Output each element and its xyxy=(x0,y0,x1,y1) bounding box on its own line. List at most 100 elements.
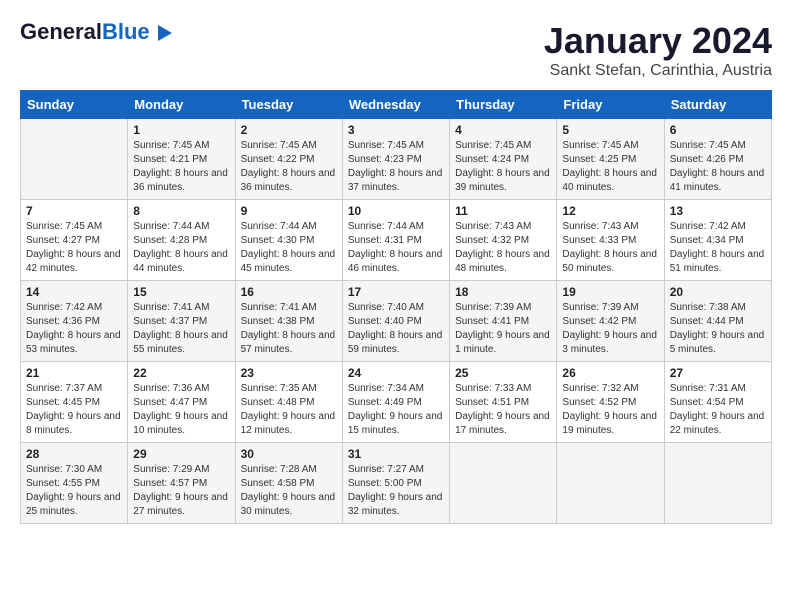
day-number: 11 xyxy=(455,204,551,218)
calendar-week-row: 21 Sunrise: 7:37 AMSunset: 4:45 PMDayligh… xyxy=(21,362,772,443)
calendar-day-cell: 17 Sunrise: 7:40 AMSunset: 4:40 PMDayligh… xyxy=(342,281,449,362)
day-info: Sunrise: 7:27 AMSunset: 5:00 PMDaylight:… xyxy=(348,463,444,519)
calendar-day-cell: 27 Sunrise: 7:31 AMSunset: 4:54 PMDayligh… xyxy=(664,362,771,443)
calendar-day-cell: 12Sunrise: 7:43 AMSunset: 4:33 PMDayligh… xyxy=(557,200,664,281)
day-info: Sunrise: 7:41 AMSunset: 4:38 PMDaylight:… xyxy=(241,301,337,357)
logo-arrow-icon xyxy=(158,25,172,41)
day-info: Sunrise: 7:45 AMSunset: 4:21 PMDaylight:… xyxy=(133,139,229,195)
calendar-day-cell: 15 Sunrise: 7:41 AMSunset: 4:37 PMDayligh… xyxy=(128,281,235,362)
day-number: 26 xyxy=(562,366,658,380)
day-of-week-header: Tuesday xyxy=(235,91,342,119)
day-of-week-header: Friday xyxy=(557,91,664,119)
day-info: Sunrise: 7:31 AMSunset: 4:54 PMDaylight:… xyxy=(670,382,766,438)
calendar-day-cell xyxy=(450,443,557,524)
calendar-week-row: 1 Sunrise: 7:45 AMSunset: 4:21 PMDaylight… xyxy=(21,119,772,200)
day-of-week-header: Sunday xyxy=(21,91,128,119)
calendar-day-cell: 31 Sunrise: 7:27 AMSunset: 5:00 PMDayligh… xyxy=(342,443,449,524)
calendar-day-cell xyxy=(21,119,128,200)
day-info: Sunrise: 7:41 AMSunset: 4:37 PMDaylight:… xyxy=(133,301,229,357)
logo-text: GeneralBlue xyxy=(20,20,172,44)
calendar-day-cell: 25 Sunrise: 7:33 AMSunset: 4:51 PMDayligh… xyxy=(450,362,557,443)
day-info: Sunrise: 7:45 AMSunset: 4:25 PMDaylight:… xyxy=(562,139,658,195)
day-number: 20 xyxy=(670,285,766,299)
day-number: 30 xyxy=(241,447,337,461)
day-number: 15 xyxy=(133,285,229,299)
calendar-day-cell: 21 Sunrise: 7:37 AMSunset: 4:45 PMDayligh… xyxy=(21,362,128,443)
day-of-week-header: Saturday xyxy=(664,91,771,119)
day-number: 16 xyxy=(241,285,337,299)
calendar-day-cell xyxy=(557,443,664,524)
calendar-day-cell: 18 Sunrise: 7:39 AMSunset: 4:41 PMDayligh… xyxy=(450,281,557,362)
day-number: 12 xyxy=(562,204,658,218)
calendar-day-cell: 5 Sunrise: 7:45 AMSunset: 4:25 PMDaylight… xyxy=(557,119,664,200)
day-number: 13 xyxy=(670,204,766,218)
day-info: Sunrise: 7:37 AMSunset: 4:45 PMDaylight:… xyxy=(26,382,122,438)
logo: GeneralBlue xyxy=(20,20,172,44)
day-info: Sunrise: 7:45 AMSunset: 4:26 PMDaylight:… xyxy=(670,139,766,195)
day-number: 23 xyxy=(241,366,337,380)
calendar-day-cell: 14 Sunrise: 7:42 AMSunset: 4:36 PMDayligh… xyxy=(21,281,128,362)
calendar-day-cell: 19 Sunrise: 7:39 AMSunset: 4:42 PMDayligh… xyxy=(557,281,664,362)
day-number: 10 xyxy=(348,204,444,218)
day-number: 1 xyxy=(133,123,229,137)
calendar-header: SundayMondayTuesdayWednesdayThursdayFrid… xyxy=(21,91,772,119)
day-info: Sunrise: 7:42 AMSunset: 4:34 PMDaylight:… xyxy=(670,220,766,276)
day-number: 3 xyxy=(348,123,444,137)
calendar-day-cell: 10 Sunrise: 7:44 AMSunset: 4:31 PMDayligh… xyxy=(342,200,449,281)
day-info: Sunrise: 7:44 AMSunset: 4:31 PMDaylight:… xyxy=(348,220,444,276)
day-info: Sunrise: 7:39 AMSunset: 4:42 PMDaylight:… xyxy=(562,301,658,357)
calendar-day-cell: 7Sunrise: 7:45 AMSunset: 4:27 PMDaylight… xyxy=(21,200,128,281)
day-info: Sunrise: 7:30 AMSunset: 4:55 PMDaylight:… xyxy=(26,463,122,519)
day-number: 21 xyxy=(26,366,122,380)
calendar-week-row: 14 Sunrise: 7:42 AMSunset: 4:36 PMDayligh… xyxy=(21,281,772,362)
calendar-day-cell: 2 Sunrise: 7:45 AMSunset: 4:22 PMDaylight… xyxy=(235,119,342,200)
calendar-day-cell: 22 Sunrise: 7:36 AMSunset: 4:47 PMDayligh… xyxy=(128,362,235,443)
calendar-day-cell: 4Sunrise: 7:45 AMSunset: 4:24 PMDaylight… xyxy=(450,119,557,200)
day-number: 2 xyxy=(241,123,337,137)
day-info: Sunrise: 7:45 AMSunset: 4:22 PMDaylight:… xyxy=(241,139,337,195)
day-number: 24 xyxy=(348,366,444,380)
day-number: 31 xyxy=(348,447,444,461)
page-header: GeneralBlue January 2024 Sankt Stefan, C… xyxy=(20,20,772,80)
calendar-week-row: 7Sunrise: 7:45 AMSunset: 4:27 PMDaylight… xyxy=(21,200,772,281)
day-info: Sunrise: 7:45 AMSunset: 4:27 PMDaylight:… xyxy=(26,220,122,276)
calendar-day-cell: 8Sunrise: 7:44 AMSunset: 4:28 PMDaylight… xyxy=(128,200,235,281)
day-number: 29 xyxy=(133,447,229,461)
day-info: Sunrise: 7:39 AMSunset: 4:41 PMDaylight:… xyxy=(455,301,551,357)
day-info: Sunrise: 7:40 AMSunset: 4:40 PMDaylight:… xyxy=(348,301,444,357)
day-number: 6 xyxy=(670,123,766,137)
calendar-day-cell: 28 Sunrise: 7:30 AMSunset: 4:55 PMDayligh… xyxy=(21,443,128,524)
calendar-day-cell: 30 Sunrise: 7:28 AMSunset: 4:58 PMDayligh… xyxy=(235,443,342,524)
calendar-week-row: 28 Sunrise: 7:30 AMSunset: 4:55 PMDayligh… xyxy=(21,443,772,524)
day-number: 18 xyxy=(455,285,551,299)
calendar-day-cell: 23 Sunrise: 7:35 AMSunset: 4:48 PMDayligh… xyxy=(235,362,342,443)
day-of-week-header: Wednesday xyxy=(342,91,449,119)
calendar-day-cell: 24Sunrise: 7:34 AMSunset: 4:49 PMDayligh… xyxy=(342,362,449,443)
calendar-table: SundayMondayTuesdayWednesdayThursdayFrid… xyxy=(20,90,772,524)
day-info: Sunrise: 7:42 AMSunset: 4:36 PMDaylight:… xyxy=(26,301,122,357)
day-info: Sunrise: 7:45 AMSunset: 4:23 PMDaylight:… xyxy=(348,139,444,195)
calendar-day-cell xyxy=(664,443,771,524)
day-number: 25 xyxy=(455,366,551,380)
day-number: 4 xyxy=(455,123,551,137)
day-info: Sunrise: 7:36 AMSunset: 4:47 PMDaylight:… xyxy=(133,382,229,438)
day-number: 28 xyxy=(26,447,122,461)
day-number: 14 xyxy=(26,285,122,299)
day-number: 17 xyxy=(348,285,444,299)
calendar-day-cell: 13 Sunrise: 7:42 AMSunset: 4:34 PMDayligh… xyxy=(664,200,771,281)
day-number: 27 xyxy=(670,366,766,380)
day-info: Sunrise: 7:33 AMSunset: 4:51 PMDaylight:… xyxy=(455,382,551,438)
calendar-day-cell: 3 Sunrise: 7:45 AMSunset: 4:23 PMDaylight… xyxy=(342,119,449,200)
day-of-week-header: Monday xyxy=(128,91,235,119)
calendar-day-cell: 9Sunrise: 7:44 AMSunset: 4:30 PMDaylight… xyxy=(235,200,342,281)
day-number: 19 xyxy=(562,285,658,299)
calendar-body: 1 Sunrise: 7:45 AMSunset: 4:21 PMDaylight… xyxy=(21,119,772,524)
day-info: Sunrise: 7:35 AMSunset: 4:48 PMDaylight:… xyxy=(241,382,337,438)
day-info: Sunrise: 7:28 AMSunset: 4:58 PMDaylight:… xyxy=(241,463,337,519)
day-info: Sunrise: 7:29 AMSunset: 4:57 PMDaylight:… xyxy=(133,463,229,519)
day-number: 22 xyxy=(133,366,229,380)
day-number: 5 xyxy=(562,123,658,137)
calendar-day-cell: 11 Sunrise: 7:43 AMSunset: 4:32 PMDayligh… xyxy=(450,200,557,281)
day-info: Sunrise: 7:38 AMSunset: 4:44 PMDaylight:… xyxy=(670,301,766,357)
day-info: Sunrise: 7:43 AMSunset: 4:32 PMDaylight:… xyxy=(455,220,551,276)
